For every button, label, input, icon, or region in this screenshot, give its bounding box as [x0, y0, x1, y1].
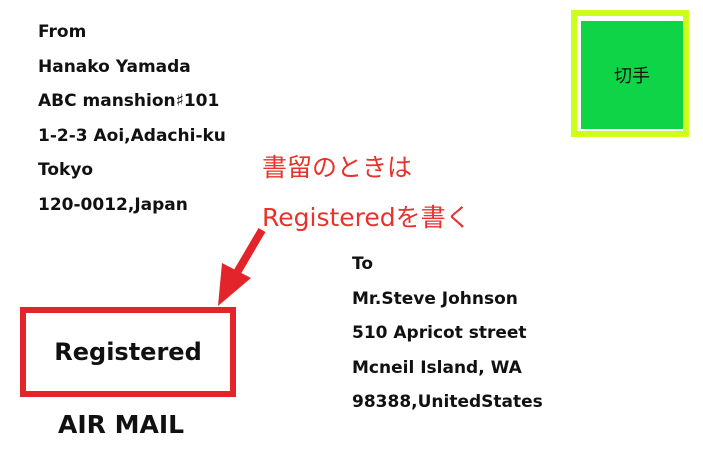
recipient-street: 510 Apricot street	[352, 323, 527, 344]
recipient-address: To Mr.Steve Johnson 510 Apricot street M…	[352, 250, 543, 423]
recipient-city-state: Mcneil Island, WA	[352, 357, 522, 378]
recipient-name: Mr.Steve Johnson	[352, 288, 518, 309]
registered-label: Registered	[54, 338, 202, 366]
recipient-to-label: To	[352, 254, 374, 274]
registered-label-box: Registered	[20, 307, 236, 397]
recipient-postal-country: 98388,UnitedStates	[352, 392, 543, 413]
airmail-label: AIR MAIL	[58, 410, 185, 439]
